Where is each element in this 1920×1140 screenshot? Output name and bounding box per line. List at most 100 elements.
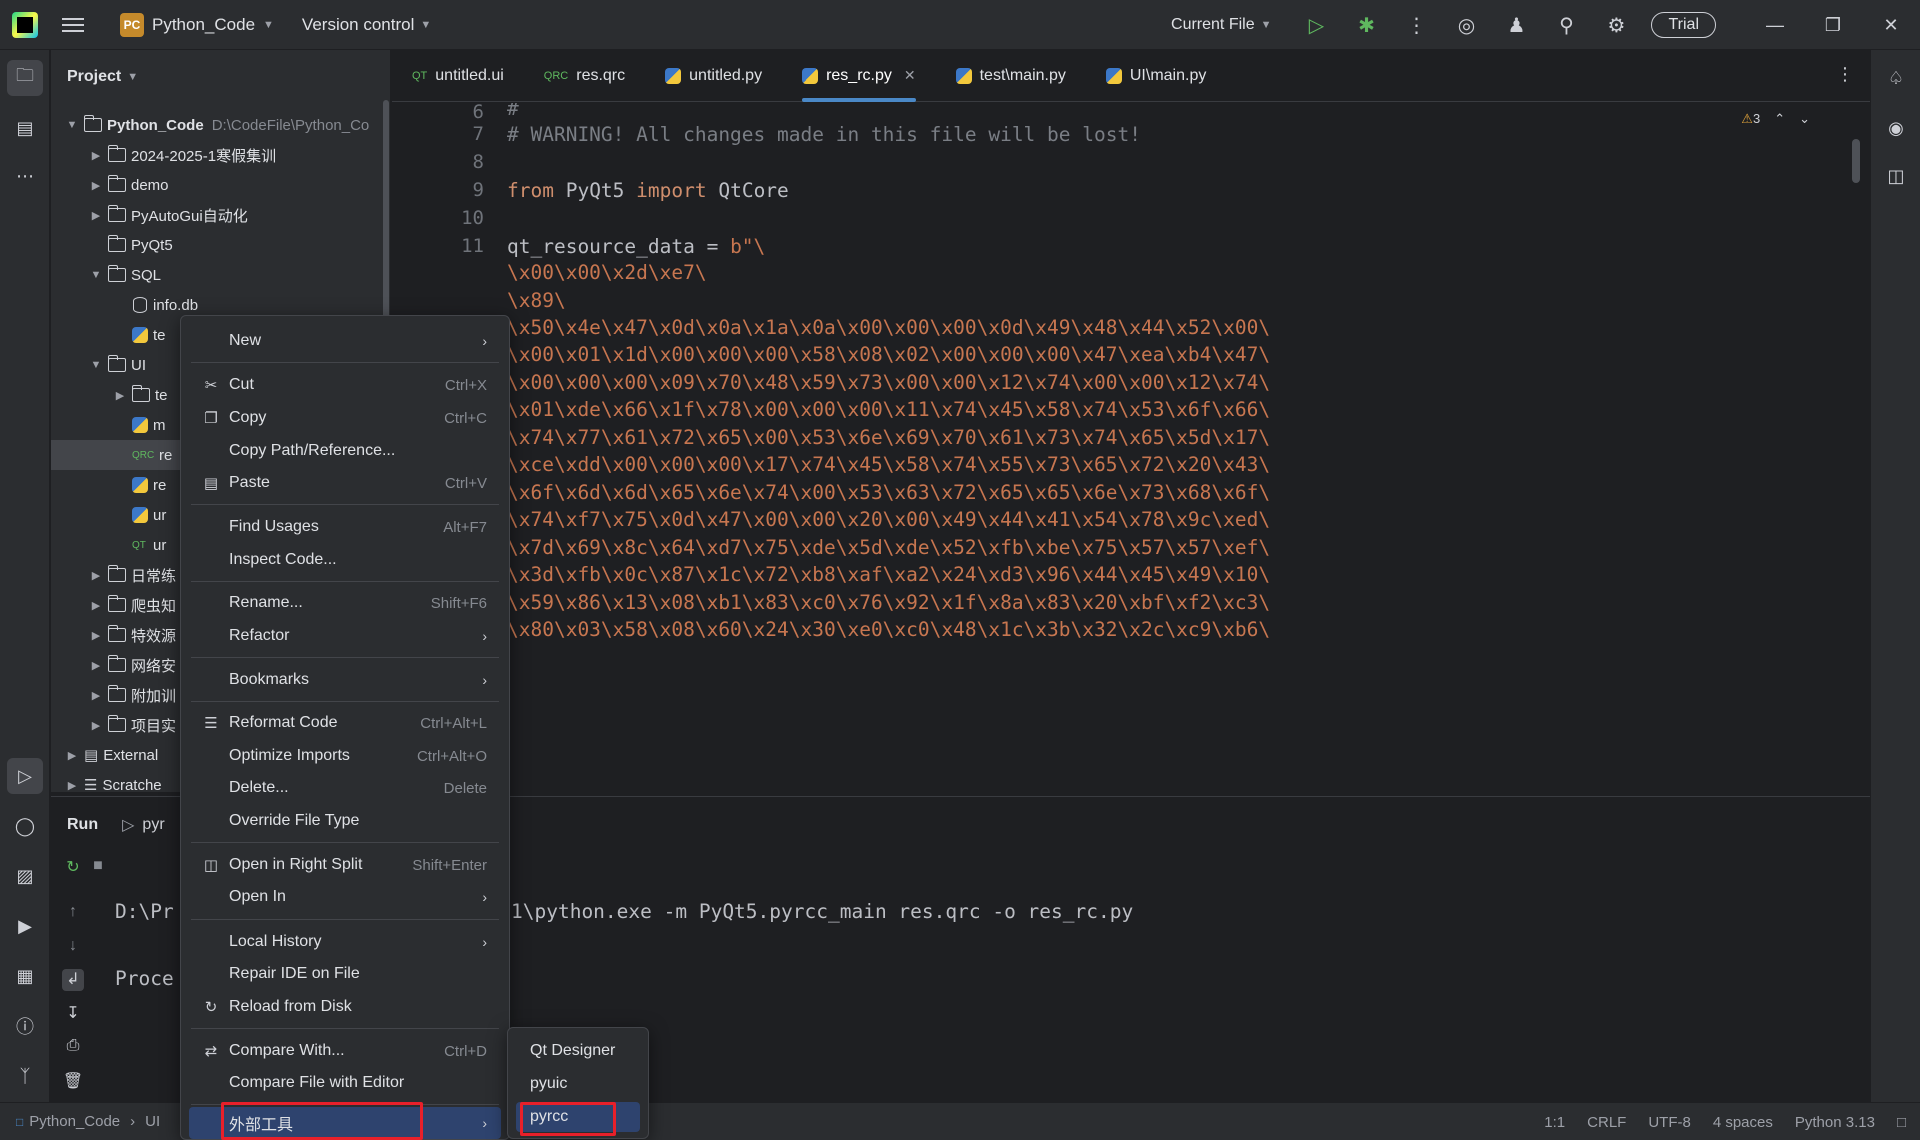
- submenu-item-pyuic[interactable]: pyuic: [516, 1069, 640, 1099]
- tab-untitled-ui[interactable]: QT untitled.ui: [392, 50, 524, 102]
- menu-item-cut[interactable]: ✂ Cut Ctrl+X: [189, 369, 501, 401]
- ai-assistant-icon[interactable]: ◎: [1449, 8, 1483, 42]
- tab-ui-main-py[interactable]: UI\main.py: [1086, 50, 1226, 102]
- restore-icon[interactable]: ❐: [1804, 0, 1862, 50]
- close-tab-icon[interactable]: ✕: [904, 67, 916, 84]
- project-tool-folder-icon[interactable]: 🗀: [7, 60, 43, 96]
- tab-res-rc-py[interactable]: res_rc.py ✕: [782, 50, 936, 102]
- folder-icon: [107, 685, 126, 702]
- tree-item[interactable]: ▶ PyAutoGui自动化: [51, 200, 390, 230]
- python-packages-icon[interactable]: ▨: [7, 858, 43, 894]
- tree-item[interactable]: ▼ SQL: [51, 260, 390, 290]
- structure-tool-icon[interactable]: ▤: [7, 110, 43, 146]
- python-console-icon[interactable]: ◯: [7, 808, 43, 844]
- notifications-bell-icon[interactable]: ♤: [1878, 60, 1914, 96]
- tab-untitled-py[interactable]: untitled.py: [645, 50, 782, 102]
- arrow-down-icon[interactable]: ↓: [62, 937, 84, 959]
- menu-separator: [191, 701, 499, 702]
- more-tools-icon[interactable]: ⋯: [7, 158, 43, 194]
- code-editor[interactable]: ⚠3 ⌃ ⌄ 6 7 8 9 10 11 # # WARNING! All ch…: [392, 103, 1870, 795]
- menu-item-inspect-code[interactable]: Inspect Code...: [189, 544, 501, 576]
- tree-item[interactable]: PyQt5: [51, 230, 390, 260]
- chevron-up-icon[interactable]: ⌃: [1774, 111, 1785, 127]
- ai-chat-icon[interactable]: ◉: [1878, 110, 1914, 146]
- code-data-line: \xce\xdd\x00\x00\x00\x17\x74\x45\x58\x74…: [507, 453, 1271, 476]
- menu-item-compare-with[interactable]: ⇄ Compare With... Ctrl+D: [189, 1035, 501, 1067]
- version-control-menu[interactable]: Version control ▼: [302, 15, 431, 35]
- run-icon[interactable]: ▷: [1299, 8, 1333, 42]
- submenu-item-qt-designer[interactable]: Qt Designer: [516, 1036, 640, 1066]
- tabs-more-icon[interactable]: ⋮: [1836, 64, 1854, 85]
- collapse-arrow-icon: ▶: [91, 659, 101, 672]
- project-switcher[interactable]: PC Python_Code ▼: [112, 9, 282, 41]
- breadcrumb-project[interactable]: Python_Code: [29, 1113, 120, 1130]
- debug-icon[interactable]: ✱: [1349, 8, 1383, 42]
- main-menu-icon[interactable]: [62, 17, 84, 32]
- add-user-icon[interactable]: ♟: [1499, 8, 1533, 42]
- trash-icon[interactable]: 🗑: [62, 1071, 84, 1093]
- services-icon[interactable]: ▶: [7, 908, 43, 944]
- menu-item-rename[interactable]: Rename... Shift+F6: [189, 587, 501, 619]
- menu-item-find-usages[interactable]: Find Usages Alt+F7: [189, 511, 501, 543]
- scroll-to-end-icon[interactable]: ↧: [62, 1003, 84, 1025]
- lock-icon[interactable]: □: [1897, 1114, 1906, 1131]
- menu-item-repair-ide[interactable]: Repair IDE on File: [189, 958, 501, 990]
- chevron-down-icon: ▼: [263, 18, 274, 31]
- chevron-down-icon[interactable]: ⌄: [1799, 111, 1810, 127]
- menu-item-reformat-code[interactable]: ☰ Reformat Code Ctrl+Alt+L: [189, 707, 501, 739]
- file-encoding[interactable]: UTF-8: [1648, 1114, 1691, 1131]
- project-panel-header[interactable]: Project ▼: [51, 50, 390, 104]
- project-name: Python_Code: [152, 14, 256, 34]
- tab-label: test\main.py: [979, 66, 1066, 84]
- terminal-icon[interactable]: ▦: [7, 958, 43, 994]
- inspection-widget[interactable]: ⚠3 ⌃ ⌄: [1741, 111, 1810, 127]
- stop-icon[interactable]: ■: [87, 857, 109, 879]
- tree-root[interactable]: ▼ Python_Code D:\CodeFile\Python_Co: [51, 110, 390, 140]
- more-actions-icon[interactable]: ⋮: [1399, 8, 1433, 42]
- console-output: D:\Pr: [115, 900, 174, 923]
- problems-icon[interactable]: ⓘ: [7, 1008, 43, 1044]
- rerun-icon[interactable]: ↻: [62, 857, 84, 879]
- minimize-icon[interactable]: —: [1746, 0, 1804, 50]
- close-window-icon[interactable]: ✕: [1862, 0, 1920, 50]
- menu-item-open-right-split[interactable]: ◫ Open in Right Split Shift+Enter: [189, 849, 501, 881]
- tree-item[interactable]: ▶ demo: [51, 170, 390, 200]
- soft-wrap-icon[interactable]: ↲: [62, 969, 84, 991]
- menu-item-compare-file-editor[interactable]: Compare File with Editor: [189, 1067, 501, 1099]
- menu-item-copy[interactable]: ❐ Copy Ctrl+C: [189, 402, 501, 434]
- tree-item-label: PyAutoGui自动化: [131, 207, 248, 225]
- breadcrumb-folder[interactable]: UI: [145, 1113, 160, 1130]
- git-icon[interactable]: ᛉ: [7, 1058, 43, 1094]
- search-icon[interactable]: ⚲: [1549, 8, 1583, 42]
- menu-item-refactor[interactable]: Refactor ›: [189, 620, 501, 652]
- menu-item-paste[interactable]: ▤ Paste Ctrl+V: [189, 467, 501, 499]
- run-config-selector[interactable]: Current File ▼: [1171, 16, 1271, 34]
- menu-item-new[interactable]: New ›: [189, 325, 501, 357]
- caret-position[interactable]: 1:1: [1544, 1114, 1565, 1131]
- menu-item-delete[interactable]: Delete... Delete: [189, 772, 501, 804]
- tree-item[interactable]: ▶ 2024-2025-1寒假集训: [51, 140, 390, 170]
- code-data-line: \x7d\x69\x8c\x64\xd7\x75\xde\x5d\xde\x52…: [507, 536, 1271, 559]
- menu-item-copy-path[interactable]: Copy Path/Reference...: [189, 435, 501, 467]
- indent-setting[interactable]: 4 spaces: [1713, 1114, 1773, 1131]
- editor-scrollbar[interactable]: [1852, 139, 1860, 183]
- line-separator[interactable]: CRLF: [1587, 1114, 1626, 1131]
- menu-item-optimize-imports[interactable]: Optimize Imports Ctrl+Alt+O: [189, 740, 501, 772]
- arrow-up-icon[interactable]: ↑: [62, 903, 84, 925]
- breadcrumb-separator-icon: ›: [130, 1113, 136, 1130]
- tab-test-main-py[interactable]: test\main.py: [936, 50, 1086, 102]
- menu-item-reload-from-disk[interactable]: ↻ Reload from Disk: [189, 991, 501, 1023]
- menu-item-open-in[interactable]: Open In ›: [189, 881, 501, 913]
- database-icon[interactable]: ◫: [1878, 158, 1914, 194]
- run-tab[interactable]: ▷ pyr: [122, 815, 165, 835]
- menu-item-bookmarks[interactable]: Bookmarks ›: [189, 664, 501, 696]
- settings-gear-icon[interactable]: ⚙: [1599, 8, 1633, 42]
- python-interpreter[interactable]: Python 3.13: [1795, 1114, 1875, 1131]
- print-icon[interactable]: ⎙: [62, 1037, 84, 1059]
- tab-res-qrc[interactable]: QRC res.qrc: [524, 50, 645, 102]
- menu-item-local-history[interactable]: Local History ›: [189, 926, 501, 958]
- chevron-down-icon: ▼: [420, 18, 432, 31]
- run-tool-icon[interactable]: ▷: [7, 758, 43, 794]
- menu-item-override-file-type[interactable]: Override File Type: [189, 805, 501, 837]
- trial-button[interactable]: Trial: [1651, 12, 1716, 38]
